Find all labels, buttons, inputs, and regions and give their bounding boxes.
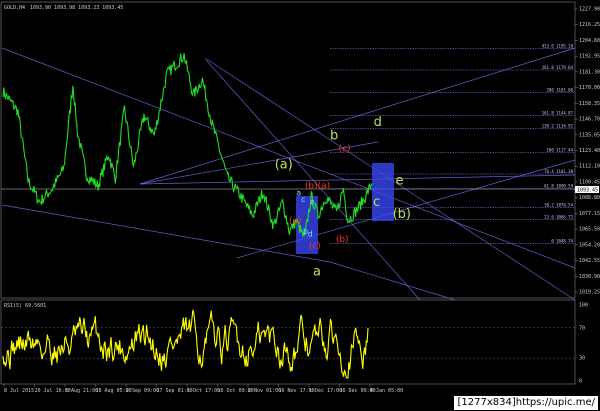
price-tick-label: 1100.45 [579,179,600,185]
price-tick-label: 1135.05 [579,132,600,138]
time-tick-label: 2 Nov 01:00 [248,388,281,394]
price-tick-label: 1181.30 [579,69,600,75]
wave-label: (c) [339,144,351,154]
current-price-label: 1093.45 [577,188,598,194]
time-tick-label: 8 Jul 2015 [4,388,34,394]
price-tick-label: 1019.25 [579,290,600,296]
fib-level-label: 38.2 1076.54 [544,202,573,207]
wave-label: (b) [336,235,349,245]
fib-level-label: 100 1117.44 [547,148,574,153]
wave-label: b [330,128,338,143]
price-tick-label: 1030.90 [579,274,600,280]
time-tick-label: 2 Sep 09:00 [126,388,159,394]
price-tick-label: 1065.50 [579,227,600,233]
wave-label: c [373,195,380,210]
wave-label: a [313,264,321,279]
price-tick-label: 1216.25 [579,22,600,28]
fib-level-label: 261.8 1179.04 [542,65,574,70]
price-axis: 1227.90 1216.25 1204.60 1192.95 1181.30 1170.… [575,7,600,296]
wave-label: (c) [309,242,321,252]
rsi-tick-label: 70 [579,325,585,331]
wave-label: (a) [289,216,302,226]
fib-level-label: 0 1048.74 [551,238,573,243]
time-tick-label: 3 Aug 21:00 [65,388,98,394]
wave-label: d [374,115,382,130]
wave-label: d [308,230,313,239]
fib-level-label: 423.6 1195.18 [542,44,574,49]
fib-level-label: 23.6 1066.72 [544,214,573,219]
price-tick-label: 1192.95 [579,54,600,60]
time-tick-label: 1 Dec 17:00 [309,388,342,394]
wave-label: (b) [393,207,411,222]
price-tick-label: 1054.20 [579,242,600,248]
time-axis: 8 Jul 2015 20 Jul 16:003 Aug 21:0018 Aug … [3,384,403,394]
watermark: [1277x834]https://upic.me/ [454,396,598,410]
symbol-label: GOLD,H4 [4,5,25,11]
price-tick-label: 1227.90 [579,7,600,13]
wave-label: (a) [275,158,293,173]
wave-label: (a) [318,182,331,192]
chart-canvas[interactable]: GOLD,H4 1093.90 1093.98 1093.23 1093.45 … [0,0,600,411]
time-tick-label: 4 Jan 05:00 [370,388,403,394]
price-tick-label: 1123.40 [579,148,600,154]
fib-level-label: 200 1161.06 [547,88,574,93]
rsi-tick-label: 100 [579,303,588,309]
fib-level-label: 61.8 1090.59 [544,184,573,189]
price-tick-label: 1146.70 [579,117,600,123]
time-tick-label: 1 Oct 17:00 [187,388,220,394]
wave-label: c [301,195,305,204]
rsi-label: RSI(5) 69.5601 [4,303,46,309]
ohlc-readout: 1093.90 1093.98 1093.23 1093.45 [30,5,123,11]
wave-label: e [396,174,404,189]
price-tick-label: 1204.60 [579,38,600,44]
price-tick-label: 1088.80 [579,195,600,201]
target-zone-right [372,163,394,221]
price-tick-label: 1042.55 [579,258,600,264]
price-tick-label: 1158.35 [579,101,600,107]
price-tick-label: 1170.00 [579,85,600,91]
fib-level-label: 161.8 1144.87 [542,110,574,115]
fib-level-label: 138.2 1134.92 [542,124,574,129]
fib-level-label: 76.4 1101.30 [544,169,573,174]
rsi-axis: 100 70 30 0 [579,303,588,385]
price-tick-label: 1077.15 [579,211,600,217]
wave-label: e [310,198,315,207]
rsi-tick-label: 30 [579,356,585,362]
price-tick-label: 1112.10 [579,164,600,170]
rsi-tick-label: 0 [579,379,582,385]
main-panel[interactable] [0,1,576,299]
wave-label: (b) [305,182,318,192]
